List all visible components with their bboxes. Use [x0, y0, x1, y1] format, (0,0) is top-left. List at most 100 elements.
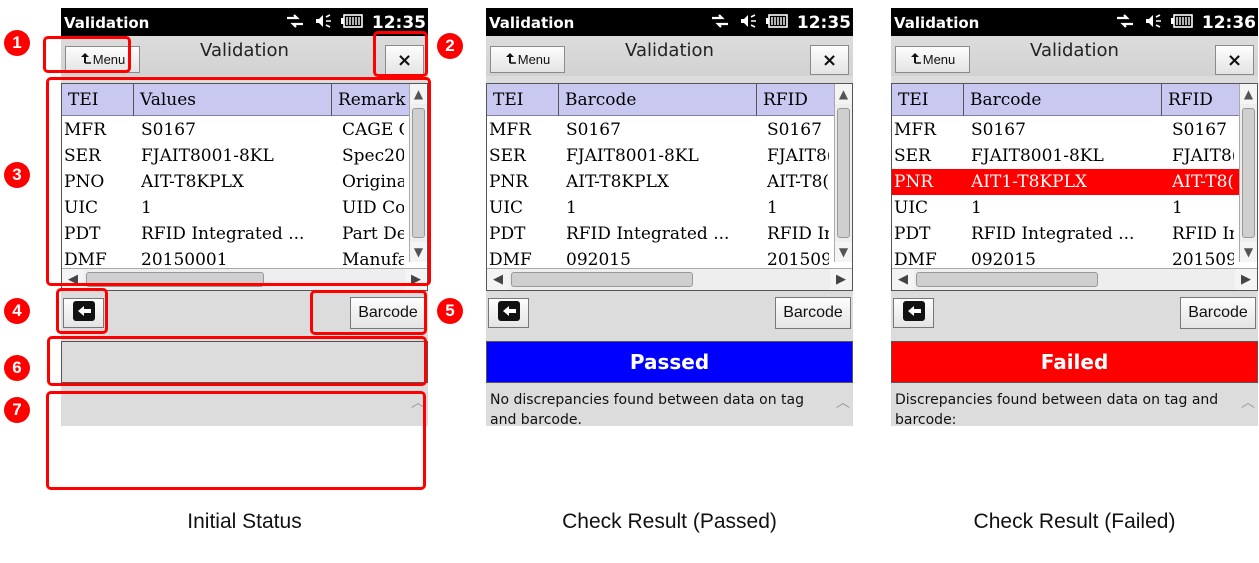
table-cell: S0167: [566, 120, 621, 140]
table-cell: SER: [894, 146, 931, 166]
table-cell: PDT: [489, 224, 526, 244]
signal-arrows-icon: [710, 13, 730, 33]
table-cell: AIT-T8(: [1172, 172, 1234, 192]
caption-failed: Check Result (Failed): [973, 510, 1176, 533]
column-header-2[interactable]: Barcode: [964, 84, 1162, 116]
table-horizontal-scrollbar[interactable]: ◀ ▶: [892, 268, 1257, 290]
speaker-icon: [1144, 13, 1162, 33]
table-cell: FJAIT8001-8KL: [971, 146, 1104, 166]
table-row[interactable]: SER FJAIT8001-8KL FJAIT8(: [892, 143, 1257, 169]
column-header-tei[interactable]: TEI: [892, 84, 964, 116]
table-header: TEI Barcode RFID: [892, 84, 1257, 116]
system-status-bar: Validation 12:35: [486, 8, 853, 36]
table-cell: AIT-T8KPLX: [566, 172, 669, 192]
table-cell: RFID In: [1172, 224, 1234, 244]
table-row[interactable]: MFR S0167 S0167: [487, 117, 852, 143]
back-arrow-icon: [497, 301, 520, 325]
table-row[interactable]: SER FJAIT8001-8KL FJAIT8(: [487, 143, 852, 169]
system-tray: 12:35: [285, 13, 426, 33]
status-app-name: Validation: [64, 14, 150, 32]
table-horizontal-scrollbar[interactable]: ◀ ▶: [487, 268, 852, 290]
scroll-down-icon[interactable]: ▼: [1240, 242, 1257, 262]
barcode-button-label: Barcode: [783, 304, 843, 321]
table-cell: PNR: [489, 172, 529, 192]
scrollbar-thumb[interactable]: [837, 108, 850, 238]
title-bar: Menu Validation ×: [891, 36, 1258, 76]
status-app-name: Validation: [894, 14, 980, 32]
back-button[interactable]: [893, 298, 934, 328]
column-header-tei[interactable]: TEI: [487, 84, 559, 116]
scroll-left-icon[interactable]: ◀: [892, 269, 914, 290]
close-button[interactable]: ×: [1215, 45, 1254, 75]
close-icon: ×: [821, 49, 838, 71]
validation-table[interactable]: TEI Barcode RFID MFR S0167 S0167 SER FJAIT80…: [486, 83, 853, 291]
table-cell: RFID Integrated ...: [566, 224, 730, 244]
table-row[interactable]: UIC 1 1: [892, 195, 1257, 221]
table-cell: S0167: [767, 120, 822, 140]
scroll-up-icon[interactable]: ▲: [1240, 84, 1257, 104]
table-row[interactable]: PDT RFID Integrated ... RFID In: [892, 221, 1257, 247]
table-row[interactable]: UIC 1 1: [487, 195, 852, 221]
table-row[interactable]: PNR AIT1-T8KPLX AIT-T8(: [892, 169, 1257, 195]
screen-title: Validation: [1030, 40, 1119, 61]
callout-badge-6: 6: [4, 355, 30, 381]
table-row[interactable]: MFR S0167 S0167: [892, 117, 1257, 143]
callout-badge-4: 4: [4, 298, 30, 324]
table-row[interactable]: PNR AIT-T8KPLX AIT-T8(: [487, 169, 852, 195]
result-message-area[interactable]: Discrepancies found between data on tag …: [891, 384, 1258, 426]
scroll-up-icon[interactable]: ︿: [1240, 392, 1256, 412]
signal-arrows-icon: [285, 13, 305, 33]
table-cell: SER: [489, 146, 526, 166]
screen-title: Validation: [625, 40, 714, 61]
status-app-name: Validation: [489, 14, 575, 32]
table-cell: FJAIT8(: [1172, 146, 1234, 166]
back-arrow-icon: [902, 301, 925, 325]
highlight-menu-button: [43, 36, 131, 73]
system-status-bar: Validation 12:35: [61, 8, 428, 36]
result-status-text: Passed: [629, 350, 710, 374]
barcode-button[interactable]: Barcode: [1180, 297, 1256, 329]
result-status-box: Passed: [486, 341, 853, 383]
close-button[interactable]: ×: [810, 45, 849, 75]
table-vertical-scrollbar[interactable]: ▲ ▼: [834, 84, 852, 262]
callout-badge-7: 7: [4, 397, 30, 423]
result-message-area[interactable]: No discrepancies found between data on t…: [486, 384, 853, 426]
highlight-table: [46, 77, 431, 286]
table-row[interactable]: PDT RFID Integrated ... RFID In: [487, 221, 852, 247]
back-button[interactable]: [488, 298, 529, 328]
barcode-button[interactable]: Barcode: [775, 297, 851, 329]
barcode-button-label: Barcode: [1188, 304, 1248, 321]
scroll-up-icon[interactable]: ︿: [835, 392, 851, 412]
highlight-back-button: [56, 288, 108, 334]
callout-badge-1: 1: [4, 30, 30, 56]
callout-badge-5: 5: [437, 298, 463, 324]
scroll-down-icon[interactable]: ▼: [835, 242, 852, 262]
highlight-message-area: [46, 391, 426, 490]
table-vertical-scrollbar[interactable]: ▲ ▼: [1239, 84, 1257, 262]
table-cell: RFID In: [767, 224, 829, 244]
table-cell: UIC: [489, 198, 524, 218]
table-cell: FJAIT8(: [767, 146, 829, 166]
scroll-right-icon[interactable]: ▶: [1235, 269, 1257, 290]
phone-screen-passed: Validation 12:35 Menu Validation × TEI B…: [486, 8, 853, 426]
table-cell: 1: [971, 198, 982, 218]
scroll-left-icon[interactable]: ◀: [487, 269, 509, 290]
table-cell: UIC: [894, 198, 929, 218]
battery-icon: [765, 14, 788, 32]
result-message-text: Discrepancies found between data on tag …: [895, 392, 1219, 426]
message-scrollbar[interactable]: ︿ ﹀: [1240, 384, 1256, 426]
highlight-close-button: [373, 31, 428, 77]
column-header-2[interactable]: Barcode: [559, 84, 757, 116]
message-scrollbar[interactable]: ︿ ﹀: [835, 384, 851, 426]
scrollbar-thumb[interactable]: [1242, 108, 1255, 238]
scroll-right-icon[interactable]: ▶: [830, 269, 852, 290]
table-header: TEI Barcode RFID: [487, 84, 852, 116]
validation-table[interactable]: TEI Barcode RFID MFR S0167 S0167 SER FJAIT80…: [891, 83, 1258, 291]
caption-passed: Check Result (Passed): [562, 510, 777, 533]
scroll-up-icon[interactable]: ▲: [835, 84, 852, 104]
scrollbar-thumb[interactable]: [511, 272, 693, 287]
speaker-icon: [739, 13, 757, 33]
speaker-icon: [314, 13, 332, 33]
scrollbar-thumb[interactable]: [916, 272, 1098, 287]
result-status-box: Failed: [891, 341, 1258, 383]
